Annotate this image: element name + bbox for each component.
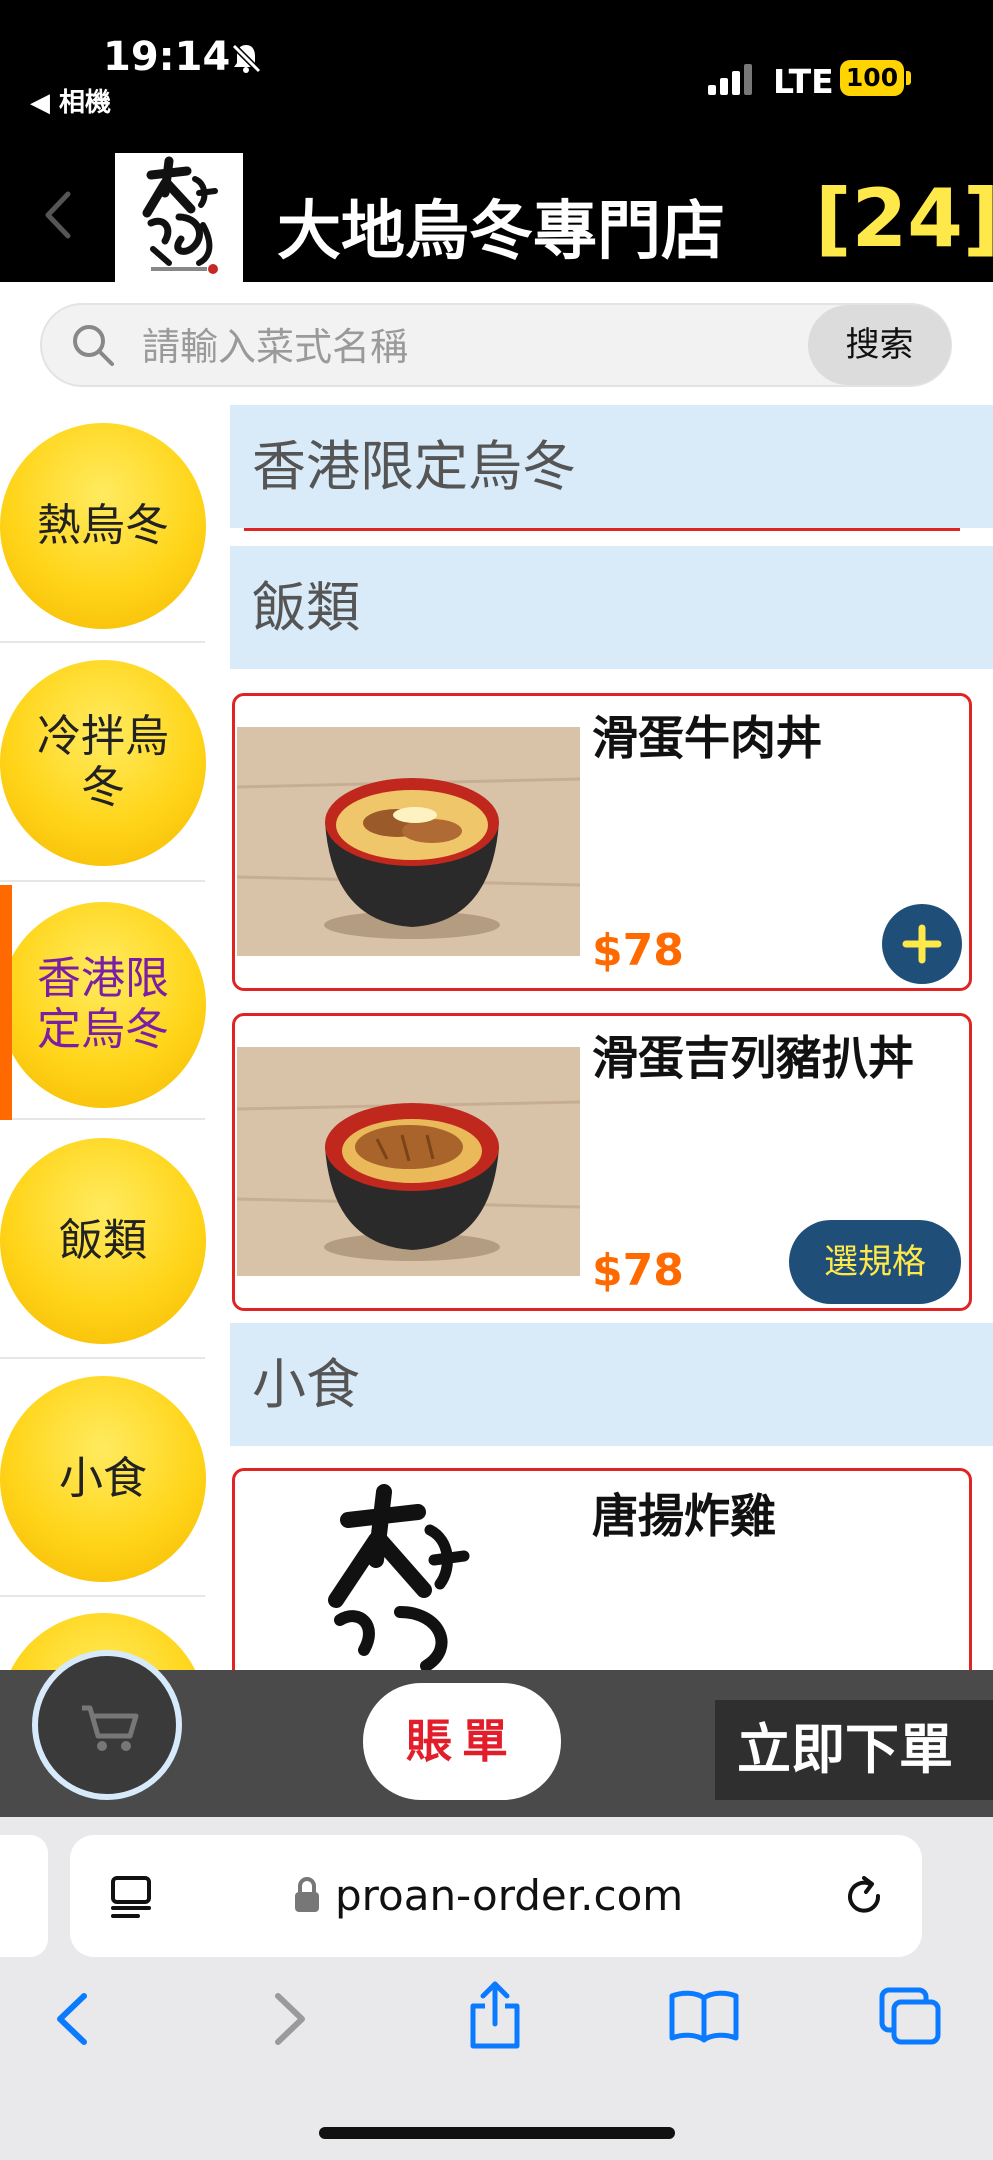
category-hot-udon[interactable]: 熱烏冬 [0,423,206,629]
fried-chicken-placeholder-logo [328,1484,470,1670]
category-rice[interactable]: 飯類 [0,1138,206,1344]
store-logo [115,153,243,282]
signal-icon [708,64,752,95]
divider [0,1118,205,1120]
reader-view-icon[interactable] [108,1874,154,1920]
divider [0,880,205,882]
divider [0,641,205,643]
network-type: LTE [773,62,834,101]
divider [0,1595,205,1597]
home-indicator [319,2127,675,2139]
section-header-snacks: 小食 [230,1323,993,1446]
select-options-button[interactable]: 選規格 [789,1220,961,1304]
item-price: $78 [592,925,684,976]
back-to-app-link[interactable]: ◀ 相機 [30,82,111,119]
cart-icon [82,1705,139,1751]
category-label: 冷拌烏冬 [37,711,169,813]
plus-icon [902,924,942,964]
item-name: 滑蛋牛肉丼 [592,711,822,765]
search-input[interactable] [140,322,804,372]
category-label: 小食 [59,1452,147,1504]
tabs-icon[interactable] [878,1986,944,2048]
category-label: 飯類 [59,1214,147,1266]
bill-button[interactable]: 賬單 [363,1683,561,1800]
pork-cutlet-rice-bowl-image [237,1047,580,1276]
bookmarks-icon[interactable] [668,1988,740,2044]
previous-tab-stub[interactable] [0,1835,48,1957]
table-number: [24] [815,172,993,265]
lock-icon [295,1877,319,1912]
add-to-cart-button[interactable] [882,904,962,984]
beef-egg-rice-bowl-image [237,727,580,956]
item-price: $78 [592,1245,684,1296]
search-button[interactable]: 搜索 [808,305,951,385]
cart-button[interactable] [32,1650,182,1800]
browser-forward-icon[interactable] [268,1990,312,2048]
category-label: 香港限定烏冬 [37,953,169,1055]
browser-back-icon[interactable] [50,1990,94,2048]
section-header-rice: 飯類 [230,546,993,669]
section-header-hk-limited: 香港限定烏冬 [230,405,993,528]
status-time: 19:14 [103,34,231,80]
card-bottom-edge [244,528,960,531]
battery-icon: 100 [840,60,904,96]
category-snacks[interactable]: 小食 [0,1376,206,1582]
store-name: 大地烏冬專門店 [277,195,725,269]
place-order-button[interactable]: 立即下單 [715,1700,993,1800]
search-icon [73,325,114,366]
item-name: 滑蛋吉列豬扒丼 [592,1031,914,1085]
category-label: 熱烏冬 [37,499,169,551]
active-category-indicator [0,885,12,1120]
url-text: proan-order.com [335,1871,684,1920]
category-cold-udon[interactable]: 冷拌烏冬 [0,660,206,866]
bell-muted-icon [231,43,262,74]
category-sidebar: 熱烏冬 冷拌烏冬 香港限定烏冬 飯類 小食 [0,405,210,1670]
battery-tip [906,71,911,85]
share-icon[interactable] [465,1980,525,2050]
category-hk-limited-udon[interactable]: 香港限定烏冬 [0,902,206,1108]
divider [0,1357,205,1359]
reload-icon[interactable] [842,1874,888,1920]
back-chevron-icon[interactable] [40,190,74,240]
item-name: 唐揚炸雞 [592,1489,776,1543]
